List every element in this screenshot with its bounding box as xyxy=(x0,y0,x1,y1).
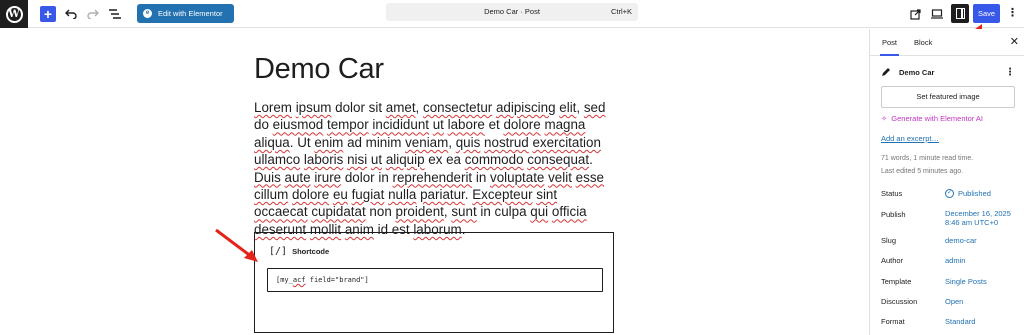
shortcode-block-title: Shortcode xyxy=(292,247,330,256)
document-title: Demo Car · Post xyxy=(484,7,540,16)
sidebar-toggle-icon[interactable] xyxy=(951,4,969,23)
settings-sidebar: Post Block ✕ Demo Car ⋮ Set featured ima… xyxy=(869,29,1024,335)
list-view-icon[interactable] xyxy=(108,5,122,23)
discussion-label: Discussion xyxy=(881,297,918,306)
post-icon xyxy=(882,68,890,76)
generate-elementor-link[interactable]: ✧ Generate with Elementor AI xyxy=(881,114,983,123)
author-label: Author xyxy=(881,256,904,265)
post-meta-info: 71 words, 1 minute read time. Last edite… xyxy=(881,153,973,178)
author-value[interactable]: admin xyxy=(945,256,965,265)
edit-with-elementor-button[interactable]: e Edit with Elementor xyxy=(137,4,234,23)
status-label: Status xyxy=(881,189,903,198)
add-excerpt-link[interactable]: Add an excerpt… xyxy=(881,134,939,143)
last-edited: Last edited 5 minutes ago. xyxy=(881,167,964,175)
tab-block[interactable]: Block xyxy=(914,29,932,56)
editor-canvas: Demo Car Lorem ipsum dolor sit amet, con… xyxy=(0,29,869,335)
elementor-icon: e xyxy=(143,9,152,18)
set-featured-image-button[interactable]: Set featured image xyxy=(881,86,1015,108)
red-arrow-icon xyxy=(215,228,258,262)
elementor-button-label: Edit with Elementor xyxy=(158,9,223,18)
template-value[interactable]: Single Posts xyxy=(945,277,987,286)
sidebar-tabs: Post Block ✕ xyxy=(870,29,1024,56)
keyboard-shortcut: Ctrl+K xyxy=(610,7,632,16)
check-circle-icon: ✓ xyxy=(945,189,954,198)
format-label: Format xyxy=(881,317,905,326)
tab-post[interactable]: Post xyxy=(879,29,900,56)
editor-top-bar: W + e Edit with Elementor Demo Car · Pos… xyxy=(0,0,1024,28)
status-value-text: Published xyxy=(958,189,991,198)
format-value[interactable]: Standard xyxy=(945,317,975,326)
wordpress-logo-icon[interactable]: W xyxy=(0,0,28,28)
publish-value[interactable]: December 16, 2025 8:46 am UTC+0 xyxy=(945,209,1011,227)
redo-icon[interactable] xyxy=(86,5,100,23)
command-palette-bar[interactable]: Demo Car · Post Ctrl+K xyxy=(386,3,638,21)
post-title[interactable]: Demo Car xyxy=(254,53,384,86)
status-value[interactable]: ✓ Published xyxy=(945,189,991,198)
close-icon[interactable]: ✕ xyxy=(1010,29,1019,56)
more-vertical-icon[interactable]: ⋮ xyxy=(1005,67,1015,78)
save-button[interactable]: Save xyxy=(973,4,1000,23)
undo-icon[interactable] xyxy=(64,5,78,23)
word-count: 71 words, 1 minute read time. xyxy=(881,155,974,162)
document-summary: Demo Car ⋮ xyxy=(881,67,1015,78)
shortcode-label: [/] Shortcode xyxy=(269,246,329,257)
sidebar-doc-title: Demo Car xyxy=(899,67,935,77)
generate-elementor-label: Generate with Elementor AI xyxy=(891,114,984,123)
slug-label: Slug xyxy=(881,236,897,245)
discussion-value[interactable]: Open xyxy=(945,297,963,306)
desktop-icon[interactable] xyxy=(930,5,944,23)
sparkle-icon: ✧ xyxy=(881,114,888,123)
publish-time: 8:46 am UTC+0 xyxy=(945,218,999,227)
more-vertical-icon[interactable]: ⋮ xyxy=(1007,4,1018,23)
external-link-icon[interactable] xyxy=(908,5,922,23)
publish-label: Publish xyxy=(881,210,906,219)
publish-date: December 16, 2025 xyxy=(945,209,1011,218)
shortcode-input[interactable]: [my_acf field="brand"] xyxy=(267,268,603,292)
paragraph-block[interactable]: Lorem ipsum dolor sit amet, consectetur … xyxy=(254,99,614,238)
template-label: Template xyxy=(881,277,912,286)
add-block-button[interactable]: + xyxy=(40,6,56,22)
shortcode-block[interactable]: [/] Shortcode [my_acf field="brand"] xyxy=(254,232,614,333)
slug-value[interactable]: demo-car xyxy=(945,236,977,245)
shortcode-icon: [/] xyxy=(269,246,288,257)
